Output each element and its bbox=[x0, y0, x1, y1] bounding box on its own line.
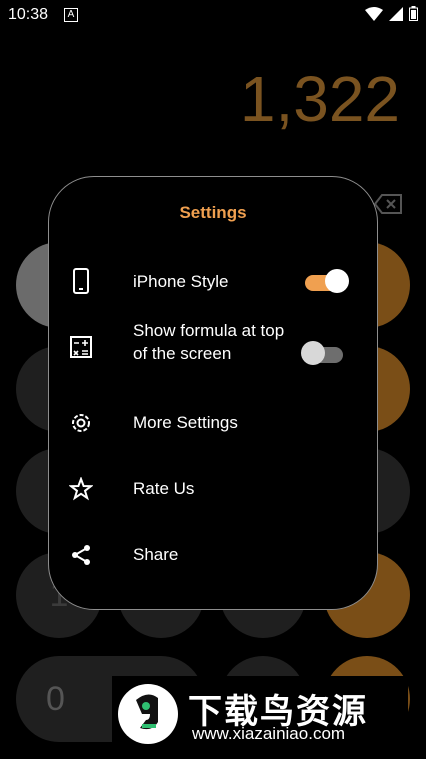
calculator-display: 1,322 bbox=[239, 63, 400, 135]
notification-icon: A bbox=[64, 8, 78, 22]
gear-icon bbox=[67, 409, 95, 437]
phone-icon bbox=[67, 267, 95, 295]
setting-label: Share bbox=[133, 545, 179, 564]
wifi-icon bbox=[365, 6, 383, 21]
setting-label: Rate Us bbox=[133, 479, 195, 498]
share-icon bbox=[67, 541, 95, 569]
status-time: 10:38 bbox=[8, 6, 49, 23]
signal-icon bbox=[389, 6, 403, 21]
status-bar: 10:38 A bbox=[0, 0, 426, 32]
setting-label: More Settings bbox=[133, 413, 238, 432]
status-icons bbox=[365, 6, 418, 21]
show-formula-toggle[interactable] bbox=[301, 341, 349, 365]
setting-label: iPhone Style bbox=[133, 272, 229, 291]
watermark-logo bbox=[118, 684, 178, 744]
setting-label: Show formula at top of the screen bbox=[133, 321, 285, 363]
battery-icon bbox=[409, 6, 418, 21]
setting-share[interactable]: Share bbox=[49, 541, 379, 569]
setting-rate-us[interactable]: Rate Us bbox=[49, 475, 379, 503]
backspace-icon[interactable] bbox=[374, 194, 402, 214]
watermark-url: www.xiazainiao.com bbox=[192, 724, 346, 743]
formula-icon bbox=[67, 333, 95, 361]
star-icon bbox=[67, 475, 95, 503]
setting-show-formula[interactable]: Show formula at top of the screen bbox=[49, 319, 379, 389]
setting-more-settings[interactable]: More Settings bbox=[49, 409, 379, 437]
settings-dialog: Settings iPhone Style Show formula at to… bbox=[48, 176, 378, 610]
dialog-title: Settings bbox=[179, 203, 247, 222]
watermark: 下载鸟资源 www.xiazainiao.com bbox=[112, 676, 408, 748]
iphone-style-toggle[interactable] bbox=[305, 269, 349, 293]
setting-iphone-style[interactable]: iPhone Style bbox=[49, 265, 379, 297]
